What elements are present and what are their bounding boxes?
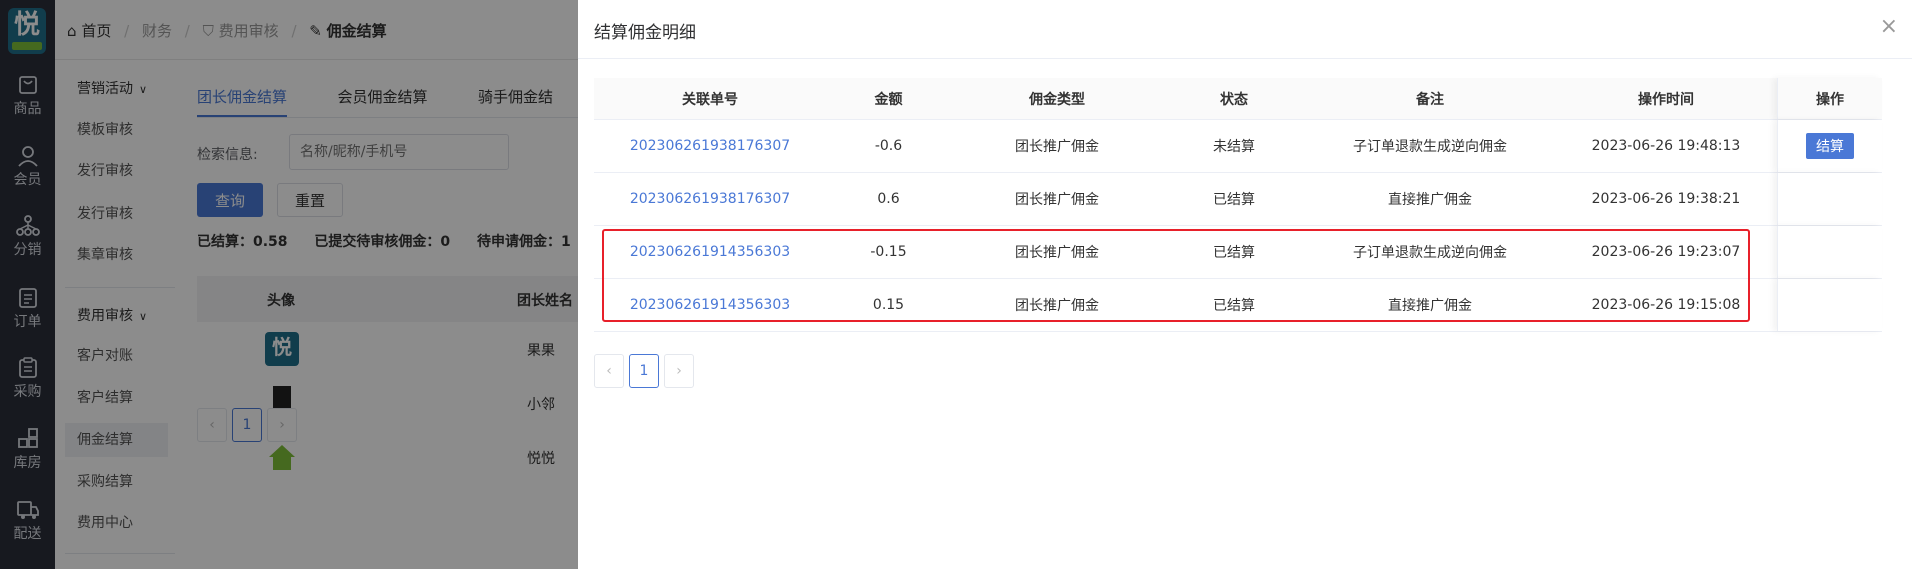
amount: -0.15 <box>870 244 907 260</box>
note: 直接推广佣金 <box>1388 192 1472 208</box>
commission-detail-table: 关联单号 金额 佣金类型 状态 备注 操作时间 操作 2023062619381… <box>594 78 1882 332</box>
status: 未结算 <box>1213 139 1255 155</box>
close-icon[interactable]: × <box>1880 16 1898 38</box>
header-action: 操作 <box>1777 78 1882 119</box>
table-header: 关联单号 金额 佣金类型 状态 备注 操作时间 操作 <box>594 78 1882 120</box>
commission-type: 团长推广佣金 <box>1015 245 1099 261</box>
header-commission-type: 佣金类型 <box>1029 91 1085 108</box>
commission-type: 团长推广佣金 <box>1015 139 1099 155</box>
header-order-no: 关联单号 <box>682 91 738 108</box>
table-row: 202306261914356303 -0.15 团长推广佣金 已结算 子订单退… <box>594 226 1882 279</box>
note: 子订单退款生成逆向佣金 <box>1353 245 1507 261</box>
status: 已结算 <box>1213 245 1255 261</box>
order-link[interactable]: 202306261938176307 <box>594 120 826 172</box>
table-row: 202306261938176307 -0.6 团长推广佣金 未结算 子订单退款… <box>594 120 1882 173</box>
pager-prev[interactable]: ‹ <box>594 354 624 388</box>
operation-time: 2023-06-26 19:15:08 <box>1591 297 1741 313</box>
pager-next[interactable]: › <box>664 354 694 388</box>
table-row: 202306261914356303 0.15 团长推广佣金 已结算 直接推广佣… <box>594 279 1882 332</box>
drawer-pager: ‹ 1 › <box>594 354 699 388</box>
operation-time: 2023-06-26 19:38:21 <box>1591 191 1741 207</box>
note: 子订单退款生成逆向佣金 <box>1353 139 1507 155</box>
status: 已结算 <box>1213 298 1255 314</box>
order-link[interactable]: 202306261914356303 <box>594 226 826 278</box>
commission-detail-drawer: 结算佣金明细 × 关联单号 金额 佣金类型 状态 备注 操作时间 操作 2023… <box>578 0 1912 569</box>
status: 已结算 <box>1213 192 1255 208</box>
order-link[interactable]: 202306261938176307 <box>594 173 826 225</box>
drawer-divider <box>578 58 1912 59</box>
drawer-title: 结算佣金明细 <box>594 23 696 43</box>
operation-time: 2023-06-26 19:23:07 <box>1591 244 1741 260</box>
commission-type: 团长推广佣金 <box>1015 298 1099 314</box>
note: 直接推广佣金 <box>1388 298 1472 314</box>
header-note: 备注 <box>1416 91 1444 108</box>
action-cell: 结算 <box>1777 120 1882 172</box>
amount: 0.15 <box>872 297 905 313</box>
settle-button[interactable]: 结算 <box>1806 133 1854 159</box>
pager-page[interactable]: 1 <box>629 354 659 388</box>
action-cell <box>1777 173 1882 225</box>
commission-type: 团长推广佣金 <box>1015 192 1099 208</box>
header-status: 状态 <box>1220 91 1248 108</box>
order-link[interactable]: 202306261914356303 <box>594 279 826 331</box>
action-cell <box>1777 226 1882 278</box>
modal-overlay[interactable] <box>0 0 578 569</box>
amount: 0.6 <box>877 191 900 207</box>
amount: -0.6 <box>874 138 903 154</box>
table-row: 202306261938176307 0.6 团长推广佣金 已结算 直接推广佣金… <box>594 173 1882 226</box>
header-amount: 金额 <box>874 91 903 108</box>
action-cell <box>1777 279 1882 331</box>
operation-time: 2023-06-26 19:48:13 <box>1591 138 1741 154</box>
header-time: 操作时间 <box>1638 91 1694 108</box>
